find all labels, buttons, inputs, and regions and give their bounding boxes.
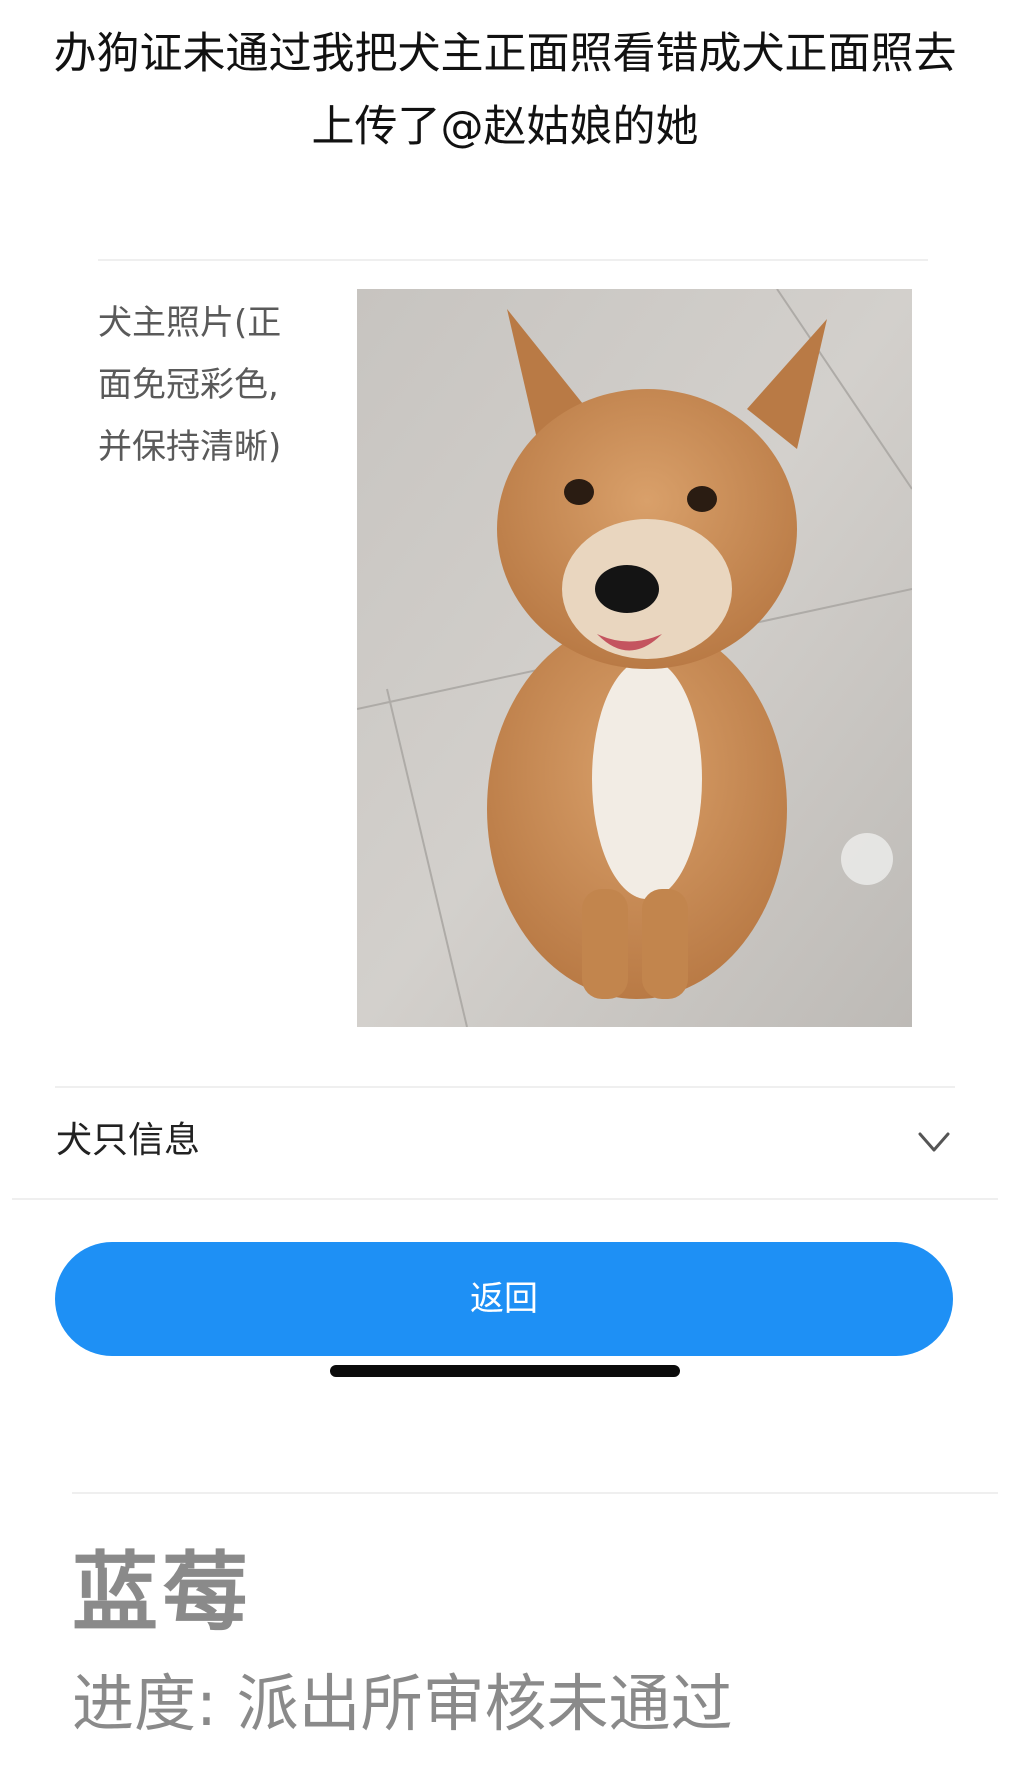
progress-status: 进度: 派出所审核未通过	[72, 1667, 733, 1740]
dog-info-label: 犬只信息	[56, 1120, 201, 1161]
divider-footer	[72, 1492, 998, 1494]
chevron-down-icon[interactable]	[914, 1122, 954, 1162]
owner-photo-label: 犬主照片(正 面免冠彩色, 并保持清晰)	[98, 292, 318, 478]
caption-line-1: 办狗证未通过我把犬主正面照看错成犬正面照去	[53, 29, 957, 79]
owner-photo-label-line-1: 犬主照片(正	[98, 303, 282, 343]
caption-line-2: 上传了@赵姑娘的她	[311, 102, 699, 152]
divider-bottom	[12, 1198, 998, 1200]
home-indicator[interactable]	[330, 1365, 680, 1377]
divider-top	[98, 259, 928, 261]
dog-photo-image	[357, 289, 912, 1027]
dog-info-row[interactable]: 犬只信息	[0, 1088, 1010, 1198]
uploaded-photo[interactable]	[357, 289, 912, 1027]
back-button[interactable]: 返回	[55, 1242, 953, 1356]
owner-photo-label-line-2: 面免冠彩色,	[98, 365, 279, 405]
owner-photo-label-line-3: 并保持清晰)	[98, 427, 282, 467]
pet-name: 蓝莓	[72, 1543, 252, 1643]
caption: 办狗证未通过我把犬主正面照看错成犬正面照去 上传了@赵姑娘的她	[0, 18, 1010, 164]
